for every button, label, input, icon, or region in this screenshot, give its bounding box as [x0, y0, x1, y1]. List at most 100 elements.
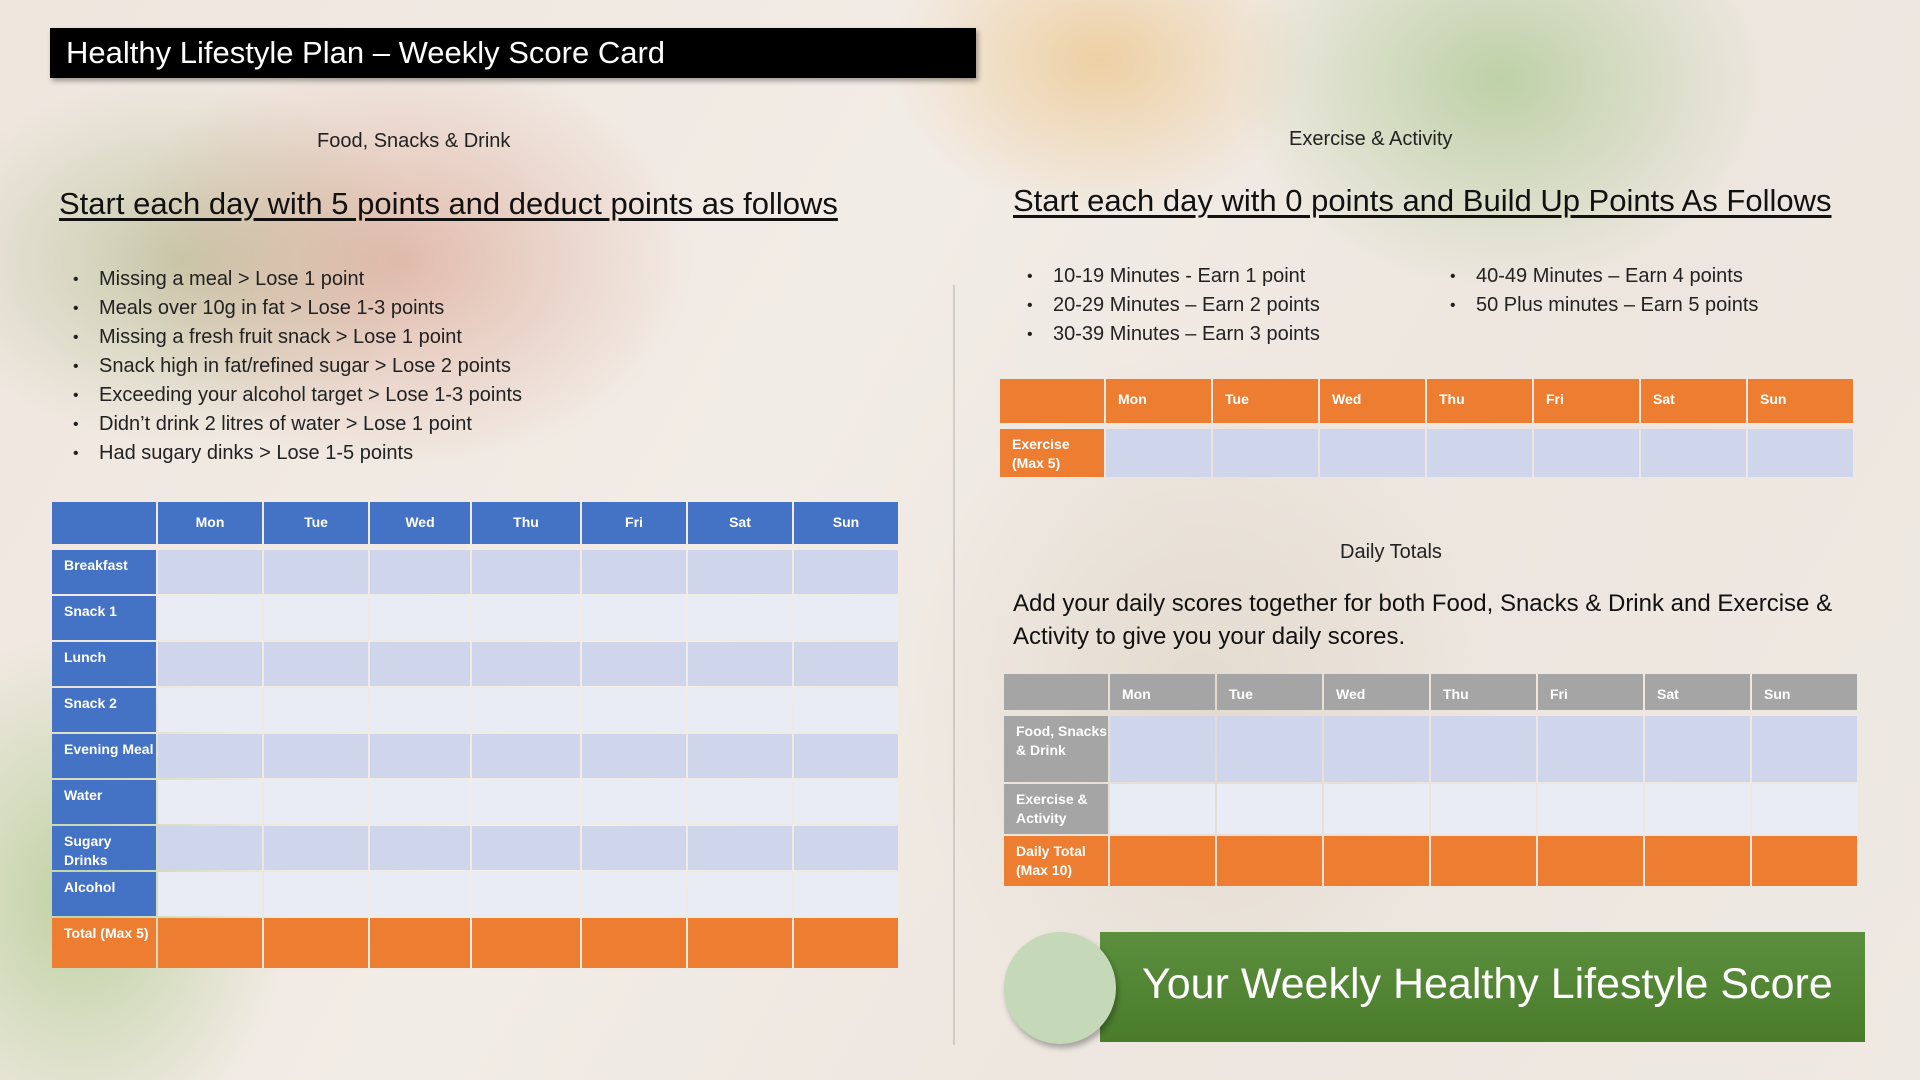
score-cell-snack-1-fri[interactable] — [582, 596, 686, 640]
weekly-score-input-circle[interactable] — [1004, 932, 1116, 1044]
score-cell-exercise-activity-mon[interactable] — [1110, 784, 1215, 834]
score-cell-breakfast-mon[interactable] — [158, 550, 262, 594]
rule-item: 30-39 Minutes – Earn 3 points — [1027, 320, 1320, 349]
page-title: Healthy Lifestyle Plan – Weekly Score Ca… — [50, 28, 976, 78]
score-cell-exercise-activity-tue[interactable] — [1217, 784, 1322, 834]
score-cell-food-snacks-drink-tue[interactable] — [1217, 716, 1322, 782]
score-cell-exercise-activity-wed[interactable] — [1324, 784, 1429, 834]
score-cell-total-fri[interactable] — [582, 918, 686, 968]
score-cell-evening-meal-tue[interactable] — [264, 734, 368, 778]
score-cell-evening-meal-fri[interactable] — [582, 734, 686, 778]
score-cell-daily-total-sat[interactable] — [1645, 836, 1750, 886]
score-cell-food-snacks-drink-fri[interactable] — [1538, 716, 1643, 782]
score-cell-lunch-sat[interactable] — [688, 642, 792, 686]
score-cell-total-sun[interactable] — [794, 918, 898, 968]
score-cell-total-sat[interactable] — [688, 918, 792, 968]
score-cell-lunch-fri[interactable] — [582, 642, 686, 686]
score-cell-water-mon[interactable] — [158, 780, 262, 824]
score-cell-breakfast-thu[interactable] — [472, 550, 580, 594]
food-section-label: Food, Snacks & Drink — [317, 130, 511, 152]
score-cell-water-fri[interactable] — [582, 780, 686, 824]
score-cell-daily-total-sun[interactable] — [1752, 836, 1857, 886]
score-cell-snack-1-tue[interactable] — [264, 596, 368, 640]
score-cell-total-tue[interactable] — [264, 918, 368, 968]
score-cell-total-wed[interactable] — [370, 918, 470, 968]
score-cell-alcohol-mon[interactable] — [158, 872, 262, 916]
score-cell-evening-meal-sat[interactable] — [688, 734, 792, 778]
score-cell-snack-1-wed[interactable] — [370, 596, 470, 640]
score-cell-snack-2-sun[interactable] — [794, 688, 898, 732]
score-cell-lunch-tue[interactable] — [264, 642, 368, 686]
score-cell-snack-1-sat[interactable] — [688, 596, 792, 640]
score-cell-sugary-drinks-thu[interactable] — [472, 826, 580, 870]
score-cell-total-mon[interactable] — [158, 918, 262, 968]
score-cell-breakfast-tue[interactable] — [264, 550, 368, 594]
score-cell-water-wed[interactable] — [370, 780, 470, 824]
score-cell-sugary-drinks-mon[interactable] — [158, 826, 262, 870]
score-cell-water-sun[interactable] — [794, 780, 898, 824]
score-cell-sugary-drinks-fri[interactable] — [582, 826, 686, 870]
score-cell-alcohol-thu[interactable] — [472, 872, 580, 916]
score-cell-exercise-wed[interactable] — [1320, 429, 1425, 477]
score-cell-lunch-sun[interactable] — [794, 642, 898, 686]
score-cell-exercise-fri[interactable] — [1534, 429, 1639, 477]
score-cell-exercise-activity-thu[interactable] — [1431, 784, 1536, 834]
score-cell-sugary-drinks-sat[interactable] — [688, 826, 792, 870]
score-cell-daily-total-tue[interactable] — [1217, 836, 1322, 886]
score-cell-daily-total-mon[interactable] — [1110, 836, 1215, 886]
score-cell-food-snacks-drink-mon[interactable] — [1110, 716, 1215, 782]
row-label-snack-1: Snack 1 — [52, 596, 156, 640]
score-cell-evening-meal-thu[interactable] — [472, 734, 580, 778]
score-cell-exercise-activity-sat[interactable] — [1645, 784, 1750, 834]
exercise-score-table: Mon Tue Wed Thu Fri Sat Sun Exercise (Max 5) — [998, 377, 1855, 479]
score-cell-snack-2-tue[interactable] — [264, 688, 368, 732]
score-cell-total-thu[interactable] — [472, 918, 580, 968]
score-cell-food-snacks-drink-thu[interactable] — [1431, 716, 1536, 782]
score-cell-exercise-sun[interactable] — [1748, 429, 1853, 477]
score-cell-exercise-activity-fri[interactable] — [1538, 784, 1643, 834]
score-cell-snack-1-mon[interactable] — [158, 596, 262, 640]
spacer-cell — [1000, 425, 1853, 427]
score-cell-snack-2-mon[interactable] — [158, 688, 262, 732]
score-cell-food-snacks-drink-wed[interactable] — [1324, 716, 1429, 782]
score-cell-exercise-tue[interactable] — [1213, 429, 1318, 477]
score-cell-exercise-mon[interactable] — [1106, 429, 1211, 477]
score-cell-food-snacks-drink-sun[interactable] — [1752, 716, 1857, 782]
score-cell-water-sat[interactable] — [688, 780, 792, 824]
score-cell-breakfast-sun[interactable] — [794, 550, 898, 594]
score-cell-lunch-wed[interactable] — [370, 642, 470, 686]
score-cell-evening-meal-wed[interactable] — [370, 734, 470, 778]
score-cell-evening-meal-sun[interactable] — [794, 734, 898, 778]
score-cell-water-thu[interactable] — [472, 780, 580, 824]
score-cell-sugary-drinks-tue[interactable] — [264, 826, 368, 870]
score-cell-food-snacks-drink-sat[interactable] — [1645, 716, 1750, 782]
score-cell-daily-total-wed[interactable] — [1324, 836, 1429, 886]
score-cell-breakfast-sat[interactable] — [688, 550, 792, 594]
score-cell-snack-1-sun[interactable] — [794, 596, 898, 640]
score-cell-snack-2-wed[interactable] — [370, 688, 470, 732]
score-cell-breakfast-fri[interactable] — [582, 550, 686, 594]
score-cell-lunch-mon[interactable] — [158, 642, 262, 686]
score-cell-alcohol-sun[interactable] — [794, 872, 898, 916]
score-cell-sugary-drinks-sun[interactable] — [794, 826, 898, 870]
score-cell-alcohol-tue[interactable] — [264, 872, 368, 916]
score-cell-exercise-sat[interactable] — [1641, 429, 1746, 477]
corner-cell — [52, 502, 156, 544]
score-cell-daily-total-fri[interactable] — [1538, 836, 1643, 886]
score-cell-exercise-activity-sun[interactable] — [1752, 784, 1857, 834]
score-cell-lunch-thu[interactable] — [472, 642, 580, 686]
score-cell-sugary-drinks-wed[interactable] — [370, 826, 470, 870]
score-cell-snack-1-thu[interactable] — [472, 596, 580, 640]
score-cell-snack-2-thu[interactable] — [472, 688, 580, 732]
score-cell-alcohol-sat[interactable] — [688, 872, 792, 916]
score-cell-breakfast-wed[interactable] — [370, 550, 470, 594]
score-cell-alcohol-fri[interactable] — [582, 872, 686, 916]
day-header-sun: Sun — [794, 502, 898, 544]
score-cell-water-tue[interactable] — [264, 780, 368, 824]
score-cell-daily-total-thu[interactable] — [1431, 836, 1536, 886]
score-cell-snack-2-sat[interactable] — [688, 688, 792, 732]
score-cell-evening-meal-mon[interactable] — [158, 734, 262, 778]
score-cell-snack-2-fri[interactable] — [582, 688, 686, 732]
score-cell-alcohol-wed[interactable] — [370, 872, 470, 916]
score-cell-exercise-thu[interactable] — [1427, 429, 1532, 477]
